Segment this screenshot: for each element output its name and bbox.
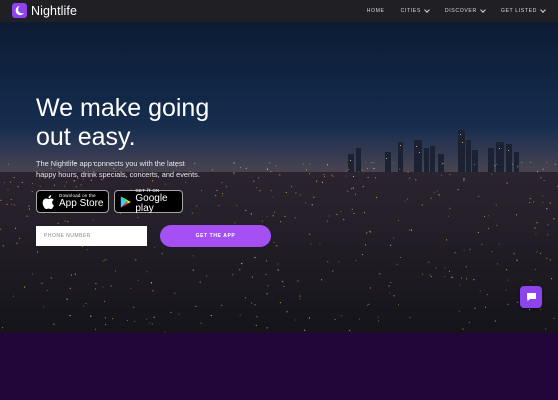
get-the-app-button[interactable]: GET THE APP xyxy=(160,225,271,247)
nav-home[interactable]: HOME xyxy=(367,8,385,14)
nav-cities-label: CITIES xyxy=(400,8,421,14)
nav-discover-label: DISCOVER xyxy=(444,8,477,14)
google-play-icon xyxy=(120,195,131,208)
chat-button[interactable] xyxy=(520,286,542,308)
bottom-section xyxy=(0,333,558,400)
google-play-big-text: Google play xyxy=(135,193,168,215)
nav-get-listed[interactable]: GET LISTED xyxy=(500,7,546,14)
nav-home-label: HOME xyxy=(366,8,385,14)
headline-line-2: out easy. xyxy=(36,123,136,151)
chevron-down-icon xyxy=(540,7,546,13)
nav-cities[interactable]: CITIES xyxy=(400,7,430,14)
headline-line-1: We make going xyxy=(36,94,210,122)
chevron-down-icon xyxy=(479,7,486,13)
hero-section: We make going out easy. The Nightlife ap… xyxy=(0,22,558,333)
google-play-button[interactable]: GET IT ON Google play xyxy=(114,188,183,215)
top-navbar: Nightlife HOME CITIES DISCOVER GET LISTE… xyxy=(0,0,558,22)
chat-icon xyxy=(526,293,536,302)
app-store-button[interactable]: Download on the App Store xyxy=(36,190,109,213)
brand-name: Nightlife xyxy=(31,3,78,18)
hero-headline: We make going out easy. xyxy=(36,94,256,152)
hero-subtext: The Nightlife app connects you with the … xyxy=(36,159,200,179)
moon-logo-icon xyxy=(12,3,27,18)
nav-discover[interactable]: DISCOVER xyxy=(444,7,486,14)
nav-get-listed-label: GET LISTED xyxy=(500,8,537,14)
app-store-big-text: App Store xyxy=(59,198,104,210)
phone-number-input[interactable] xyxy=(36,226,147,246)
apple-icon xyxy=(42,194,54,209)
nav-links: HOME CITIES DISCOVER GET LISTED xyxy=(351,0,546,22)
brand-logo[interactable]: Nightlife xyxy=(12,3,77,18)
chevron-down-icon xyxy=(424,7,430,13)
